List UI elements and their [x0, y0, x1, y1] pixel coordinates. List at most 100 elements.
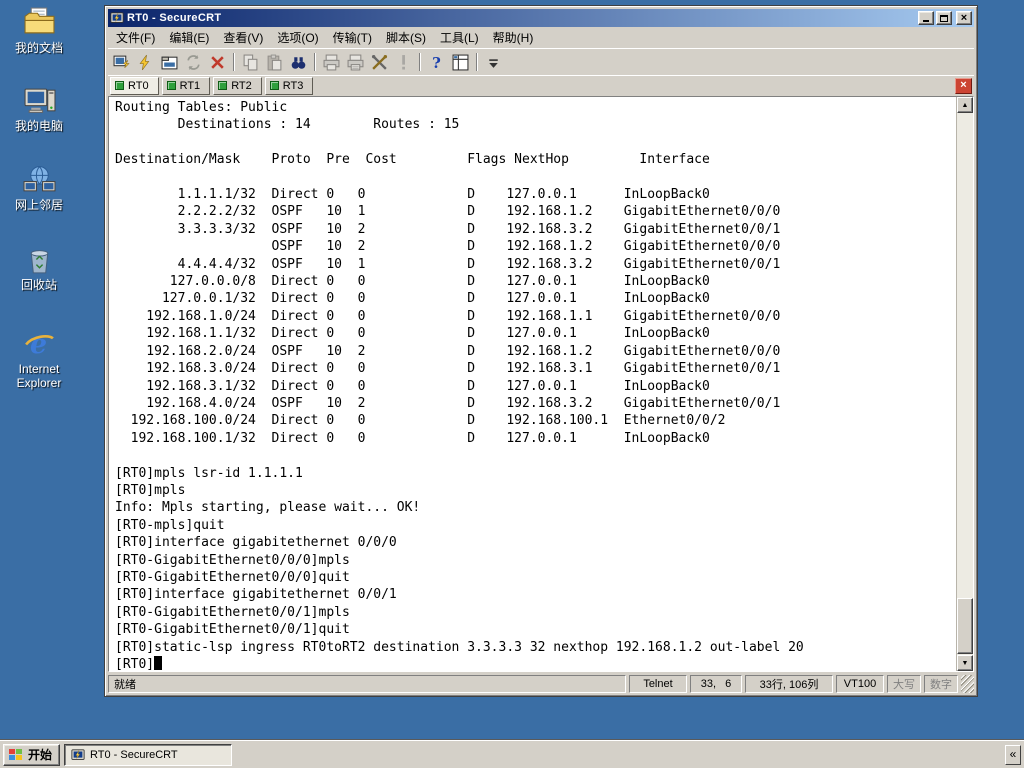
terminal-output[interactable]: Routing Tables: Public Destinations : 14… — [109, 97, 956, 671]
menu-bar: 文件(F) 编辑(E) 查看(V) 选项(O) 传输(T) 脚本(S) 工具(L) 帮助(H) — [108, 27, 974, 48]
session-tab-rt1[interactable]: RT1 — [161, 76, 211, 95]
tab-bar: RT0 RT1 RT2 RT3 × — [108, 75, 974, 96]
session-tab-rt0[interactable]: RT0 — [110, 76, 159, 95]
menu-view[interactable]: 查看(V) — [216, 27, 270, 48]
desktop-icon-label: 回收站 — [20, 278, 57, 292]
task-label: RT0 - SecureCRT — [90, 748, 178, 761]
desktop-icon-network-places[interactable]: 网上邻居 — [2, 163, 76, 212]
status-protocol: Telnet — [629, 675, 687, 693]
toolbar-overflow-icon — [485, 54, 502, 71]
connect-icon — [113, 54, 130, 71]
print-setup-icon — [347, 54, 364, 71]
tab-label: RT3 — [282, 79, 304, 92]
session-status-icon — [269, 81, 279, 90]
maximize-icon — [940, 14, 948, 22]
desktop-icon-my-documents[interactable]: 我的文档 — [2, 6, 76, 55]
start-label: 开始 — [28, 748, 53, 762]
securecrt-window: RT0 - SecureCRT × 文件(F) 编辑(E) 查看(V) 选项(O) 传输… — [104, 5, 978, 697]
terminal-text: Routing Tables: Public Destinations : 14… — [115, 100, 804, 671]
menu-options[interactable]: 选项(O) — [270, 27, 325, 48]
help-button[interactable]: ? — [425, 51, 448, 73]
paste-button — [263, 51, 286, 73]
clear-screen-button — [392, 51, 415, 73]
reconnect-button — [182, 51, 205, 73]
status-caps-lock: 大写 — [887, 675, 921, 693]
scroll-up-button[interactable]: ▲ — [957, 97, 973, 113]
session-manager-icon — [452, 54, 469, 71]
internet-explorer-icon: e — [23, 327, 56, 360]
help-icon: ? — [428, 54, 445, 71]
quick-connect-icon — [137, 54, 154, 71]
scrollbar-track[interactable] — [957, 113, 973, 655]
find-icon — [290, 54, 307, 71]
minimize-icon — [923, 20, 929, 22]
my-computer-icon — [23, 84, 56, 117]
maximize-button[interactable] — [936, 11, 952, 25]
securecrt-app-icon — [110, 11, 124, 25]
window-title: RT0 - SecureCRT — [127, 12, 222, 24]
window-controls: × — [918, 11, 972, 25]
resize-grip[interactable] — [961, 675, 974, 693]
terminal-cursor — [154, 656, 163, 670]
scroll-down-button[interactable]: ▼ — [957, 655, 973, 671]
toolbar-separator — [476, 53, 478, 71]
session-tabs: RT0 RT1 RT2 RT3 — [110, 76, 314, 95]
close-button[interactable]: × — [956, 11, 972, 25]
scrollbar-thumb[interactable] — [957, 598, 973, 654]
status-terminal-size: 33行, 106列 — [745, 675, 833, 693]
toolbar-overflow-button[interactable] — [482, 51, 505, 73]
session-status-icon — [166, 81, 176, 90]
menu-script[interactable]: 脚本(S) — [379, 27, 433, 48]
quick-connect-button[interactable] — [134, 51, 157, 73]
toolbar-separator — [233, 53, 235, 71]
session-options-button[interactable] — [368, 51, 391, 73]
taskbar: 开始 RT0 - SecureCRT « — [0, 740, 1024, 768]
desktop: 我的文档我的电脑网上邻居回收站 e Internet Explorer RT0 - … — [0, 0, 1024, 768]
desktop-icon-my-computer[interactable]: 我的电脑 — [2, 84, 76, 133]
recycle-bin-icon — [23, 243, 56, 276]
toolbar-separator — [419, 53, 421, 71]
tab-label: RT0 — [128, 79, 149, 92]
session-manager-button[interactable] — [449, 51, 472, 73]
svg-text:e: e — [29, 329, 46, 360]
desktop-icon-label: 我的文档 — [14, 41, 63, 55]
status-emulation: VT100 — [836, 675, 884, 693]
menu-transfer[interactable]: 传输(T) — [326, 27, 379, 48]
desktop-icon-label: 我的电脑 — [14, 119, 63, 133]
connect-button[interactable] — [110, 51, 133, 73]
menu-help[interactable]: 帮助(H) — [486, 27, 541, 48]
menu-edit[interactable]: 编辑(E) — [162, 27, 216, 48]
terminal-scrollbar[interactable]: ▲ ▼ — [956, 97, 973, 671]
session-status-icon — [218, 81, 228, 90]
session-tab-rt3[interactable]: RT3 — [264, 76, 314, 95]
svg-text:?: ? — [432, 54, 441, 71]
taskbar-task-securecrt[interactable]: RT0 - SecureCRT — [64, 743, 233, 766]
print-button — [320, 51, 343, 73]
close-icon: × — [960, 11, 968, 24]
start-button[interactable]: 开始 — [3, 743, 61, 766]
tab-close-button[interactable]: × — [955, 77, 972, 94]
clear-screen-icon — [395, 54, 412, 71]
terminal[interactable]: Routing Tables: Public Destinations : 14… — [108, 96, 974, 672]
tray-chevron-button[interactable]: « — [1005, 744, 1021, 765]
connect-in-tab-icon — [161, 54, 178, 71]
desktop-icon-recycle-bin[interactable]: 回收站 — [2, 243, 76, 292]
reconnect-icon — [185, 54, 202, 71]
connect-in-tab-button[interactable] — [158, 51, 181, 73]
status-ready: 就绪 — [108, 675, 626, 693]
session-tab-rt2[interactable]: RT2 — [213, 76, 262, 95]
copy-button — [239, 51, 262, 73]
window-titlebar[interactable]: RT0 - SecureCRT × — [108, 9, 974, 27]
find-button[interactable] — [287, 51, 310, 73]
desktop-icon-internet-explorer[interactable]: e Internet Explorer — [2, 327, 76, 391]
minimize-button[interactable] — [918, 11, 934, 25]
menu-tools[interactable]: 工具(L) — [433, 27, 486, 48]
my-documents-icon — [23, 6, 56, 39]
toolbar-separator — [314, 53, 316, 71]
status-panels: Telnet 33, 6 33行, 106列 VT100 大写 数字 — [629, 675, 958, 693]
print-setup-button — [344, 51, 367, 73]
disconnect-button[interactable] — [206, 51, 229, 73]
menu-file[interactable]: 文件(F) — [109, 27, 162, 48]
disconnect-icon — [209, 54, 226, 71]
securecrt-task-icon — [71, 748, 85, 762]
